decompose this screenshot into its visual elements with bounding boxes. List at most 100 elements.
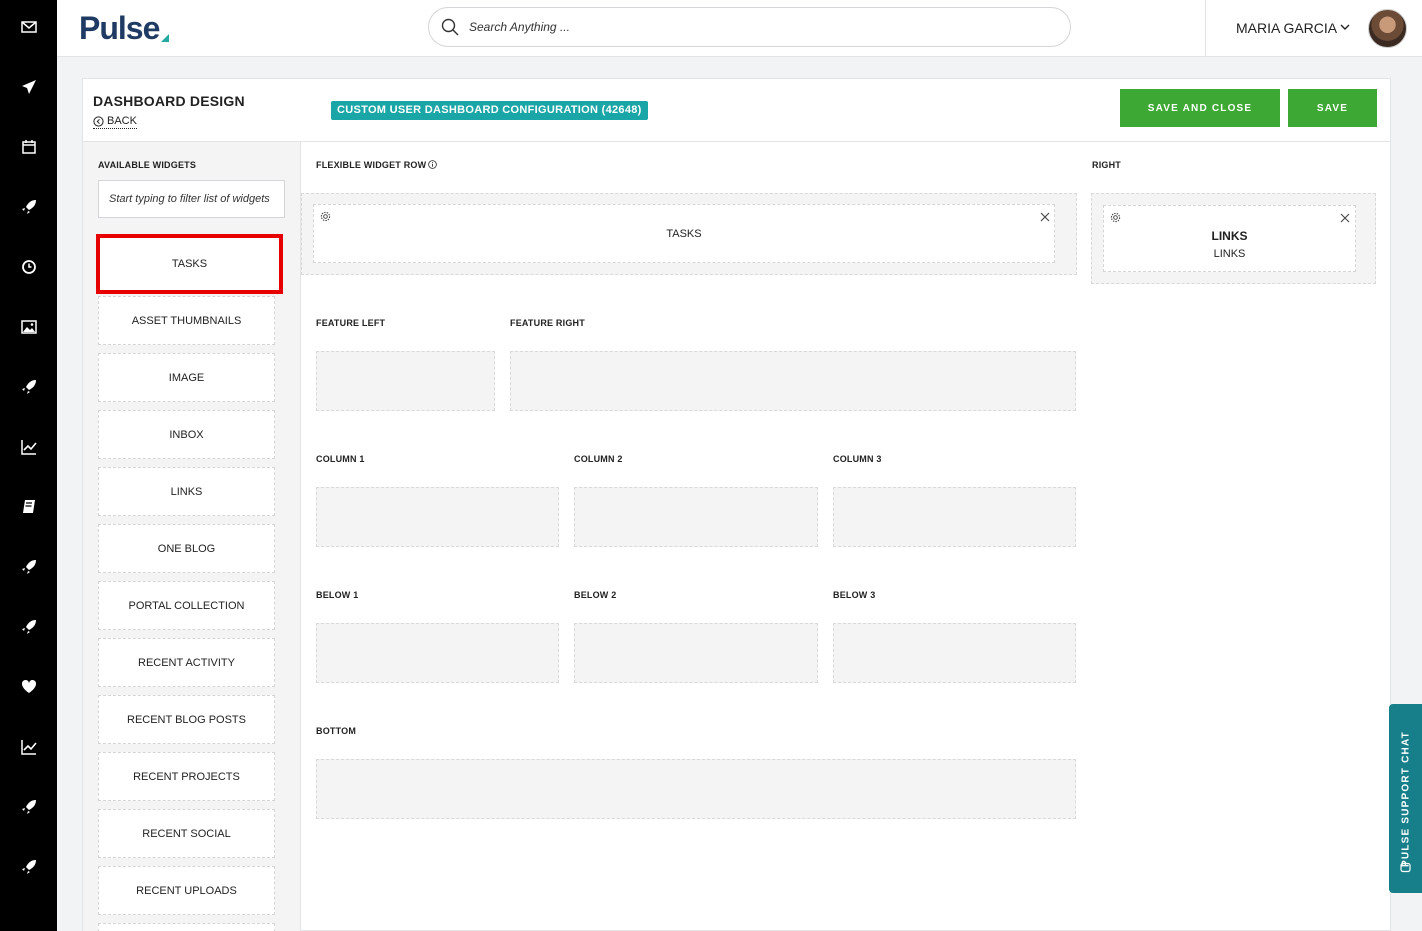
rail-item-launch-5[interactable]	[0, 787, 57, 827]
widget-item-partial[interactable]	[98, 923, 275, 931]
heart-icon	[21, 679, 36, 693]
flexible-row-zone[interactable]: TASKS	[301, 193, 1077, 275]
back-label: BACK	[107, 115, 137, 127]
column-3-label: COLUMN 3	[833, 454, 882, 464]
rail-item-favorites[interactable]	[0, 667, 57, 707]
calendar-icon	[21, 140, 36, 154]
chart-line-icon	[20, 740, 37, 755]
below-2-zone[interactable]	[574, 623, 818, 683]
logo-accent	[161, 34, 169, 42]
top-header: Pulse MARIA GARCIA	[57, 0, 1422, 57]
flexible-row-label-text: FLEXIBLE WIDGET ROW	[316, 160, 427, 170]
column-2-label: COLUMN 2	[574, 454, 623, 464]
paper-plane-icon	[21, 80, 36, 94]
support-chat-tab[interactable]: PULSE SUPPORT CHAT	[1389, 704, 1422, 893]
right-zone-label: RIGHT	[1092, 160, 1121, 170]
available-widgets-title: AVAILABLE WIDGETS	[98, 160, 197, 170]
feature-right-zone[interactable]	[510, 351, 1076, 411]
clock-icon	[21, 260, 36, 274]
widget-item-tasks[interactable]: TASKS	[96, 234, 283, 294]
gear-icon[interactable]	[320, 211, 331, 222]
page-title: DASHBOARD DESIGN	[93, 93, 245, 109]
rail-item-launch-6[interactable]	[0, 847, 57, 887]
rocket-icon	[21, 200, 36, 214]
rail-item-calendar[interactable]	[0, 127, 57, 167]
column-1-zone[interactable]	[316, 487, 559, 547]
rail-item-library[interactable]	[0, 487, 57, 527]
rocket-icon	[21, 800, 36, 814]
flexible-row-label: FLEXIBLE WIDGET ROW	[316, 160, 438, 170]
save-and-close-button[interactable]: SAVE AND CLOSE	[1120, 89, 1280, 127]
avatar[interactable]	[1368, 9, 1407, 48]
below-3-zone[interactable]	[833, 623, 1076, 683]
rail-item-launch-3[interactable]	[0, 547, 57, 587]
rocket-icon	[21, 620, 36, 634]
back-link[interactable]: BACK	[93, 115, 137, 129]
widget-item-asset-thumbnails[interactable]: ASSET THUMBNAILS	[98, 296, 275, 345]
placed-widget-title: TASKS	[666, 228, 702, 240]
right-zone[interactable]: LINKS LINKS	[1091, 193, 1376, 284]
widget-item-inbox[interactable]: INBOX	[98, 410, 275, 459]
close-icon[interactable]	[1340, 213, 1350, 223]
user-menu-name[interactable]: MARIA GARCIA	[1236, 20, 1337, 36]
close-icon[interactable]	[1040, 212, 1050, 222]
global-search[interactable]	[428, 7, 1071, 47]
widget-filter-input[interactable]	[98, 180, 285, 218]
rail-item-launch-4[interactable]	[0, 607, 57, 647]
rail-item-images[interactable]	[0, 307, 57, 347]
rocket-icon	[21, 560, 36, 574]
widget-item-links[interactable]: LINKS	[98, 467, 275, 516]
rail-item-analytics-1[interactable]	[0, 427, 57, 467]
feature-right-label: FEATURE RIGHT	[510, 318, 585, 328]
available-widgets-panel: AVAILABLE WIDGETS TASKS ASSET THUMBNAILS…	[83, 142, 301, 931]
below-3-label: BELOW 3	[833, 590, 876, 600]
rail-item-analytics-2[interactable]	[0, 727, 57, 767]
rail-item-clock[interactable]	[0, 247, 57, 287]
placed-widget-title: LINKS	[1211, 229, 1248, 243]
column-1-label: COLUMN 1	[316, 454, 365, 464]
card-header: DASHBOARD DESIGN BACK CUSTOM USER DASHBO…	[83, 79, 1390, 142]
envelope-icon	[20, 21, 37, 33]
pulse-logo[interactable]: Pulse	[79, 10, 160, 47]
widget-item-recent-uploads[interactable]: RECENT UPLOADS	[98, 866, 275, 915]
dashboard-design-card: DASHBOARD DESIGN BACK CUSTOM USER DASHBO…	[82, 78, 1391, 931]
image-icon	[20, 320, 37, 334]
rail-item-launch-2[interactable]	[0, 367, 57, 407]
gear-icon[interactable]	[1110, 212, 1121, 223]
column-2-zone[interactable]	[574, 487, 818, 547]
save-button[interactable]: SAVE	[1288, 89, 1377, 127]
rail-item-inbox[interactable]	[0, 7, 57, 47]
placed-widget-links[interactable]: LINKS LINKS	[1103, 205, 1356, 272]
below-2-label: BELOW 2	[574, 590, 617, 600]
widget-item-recent-activity[interactable]: RECENT ACTIVITY	[98, 638, 275, 687]
support-chat-label: PULSE SUPPORT CHAT	[1400, 730, 1411, 867]
below-1-label: BELOW 1	[316, 590, 359, 600]
placed-widget-subtitle: LINKS	[1213, 248, 1246, 260]
widget-item-recent-blog-posts[interactable]: RECENT BLOG POSTS	[98, 695, 275, 744]
chat-icon	[1400, 862, 1411, 873]
rocket-icon	[21, 860, 36, 874]
widget-item-portal-collection[interactable]: PORTAL COLLECTION	[98, 581, 275, 630]
left-nav-rail	[0, 0, 57, 931]
rail-item-launch-1[interactable]	[0, 187, 57, 227]
bottom-label: BOTTOM	[316, 726, 357, 736]
feature-left-zone[interactable]	[316, 351, 495, 411]
back-circle-icon	[93, 115, 104, 127]
book-icon	[22, 500, 35, 513]
info-icon[interactable]	[428, 160, 438, 169]
chart-line-icon	[20, 440, 37, 455]
feature-left-label: FEATURE LEFT	[316, 318, 386, 328]
widget-item-image[interactable]: IMAGE	[98, 353, 275, 402]
bottom-zone[interactable]	[316, 759, 1076, 819]
widget-item-recent-social[interactable]: RECENT SOCIAL	[98, 809, 275, 858]
chevron-down-icon[interactable]	[1340, 22, 1350, 32]
placed-widget-tasks[interactable]: TASKS	[313, 204, 1055, 263]
search-input[interactable]	[469, 16, 1049, 38]
below-1-zone[interactable]	[316, 623, 559, 683]
rail-item-send[interactable]	[0, 67, 57, 107]
column-3-zone[interactable]	[833, 487, 1076, 547]
widget-item-one-blog[interactable]: ONE BLOG	[98, 524, 275, 573]
widget-item-recent-projects[interactable]: RECENT PROJECTS	[98, 752, 275, 801]
header-divider	[1205, 0, 1206, 57]
search-icon	[441, 18, 459, 36]
